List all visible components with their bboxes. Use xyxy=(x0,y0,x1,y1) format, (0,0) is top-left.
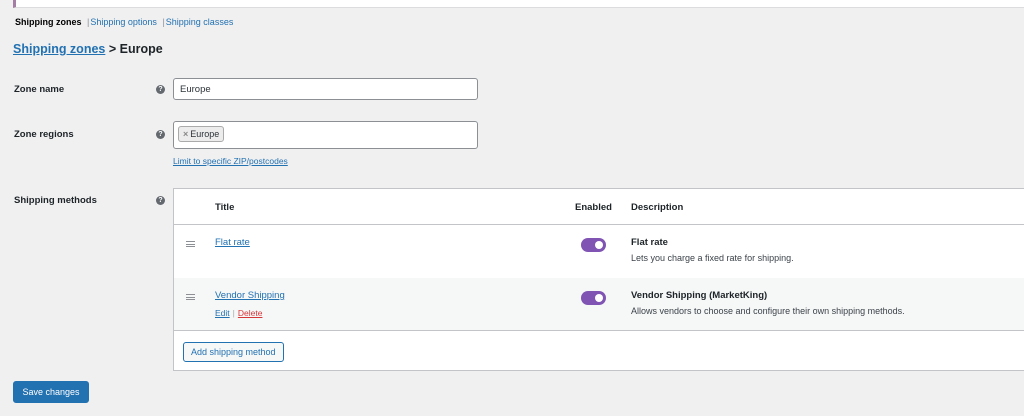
tab-shipping-classes[interactable]: Shipping classes xyxy=(166,17,234,27)
shipping-methods-label: Shipping methods xyxy=(14,195,97,206)
table-row: Flat rate Flat rate Lets you charge a fi… xyxy=(174,225,1024,278)
shipping-subnav: Shipping zones |Shipping options |Shippi… xyxy=(15,17,233,27)
actions-separator: | xyxy=(232,308,235,318)
help-icon[interactable]: ? xyxy=(156,196,165,205)
breadcrumb: Shipping zones > Europe xyxy=(13,42,163,56)
subnav-separator: | xyxy=(87,17,90,27)
row-actions: Edit | Delete xyxy=(215,308,262,318)
zone-regions-select[interactable]: × Europe xyxy=(173,121,478,149)
drag-handle-icon[interactable] xyxy=(186,241,195,247)
method-description-text: Lets you charge a fixed rate for shippin… xyxy=(631,253,794,263)
subnav-separator: | xyxy=(162,17,165,27)
tab-shipping-options[interactable]: Shipping options xyxy=(90,17,157,27)
help-icon[interactable]: ? xyxy=(156,85,165,94)
method-description-title: Flat rate xyxy=(631,237,668,248)
method-title-link[interactable]: Vendor Shipping xyxy=(215,290,285,301)
table-row: Vendor Shipping Edit | Delete Vendor Shipp… xyxy=(174,278,1024,331)
region-tag-europe: × Europe xyxy=(178,126,225,142)
shipping-methods-table: Title Enabled Description Flat rate Flat… xyxy=(173,188,1024,371)
edit-link[interactable]: Edit xyxy=(215,308,230,318)
limit-postcodes-link[interactable]: Limit to specific ZIP/postcodes xyxy=(173,156,288,166)
enabled-toggle[interactable] xyxy=(581,238,606,252)
column-title: Title xyxy=(215,202,235,213)
add-shipping-method-button[interactable]: Add shipping method xyxy=(183,342,284,362)
column-enabled: Enabled xyxy=(575,202,612,213)
table-header: Title Enabled Description xyxy=(174,189,1024,225)
region-tag-label: Europe xyxy=(190,129,220,139)
column-description: Description xyxy=(631,202,684,213)
zone-name-input[interactable]: Europe xyxy=(173,78,478,100)
delete-link[interactable]: Delete xyxy=(238,308,263,318)
breadcrumb-separator: > xyxy=(108,42,117,56)
drag-handle-icon[interactable] xyxy=(186,294,195,300)
zone-name-label: Zone name xyxy=(14,84,65,95)
breadcrumb-current: Europe xyxy=(119,42,163,56)
tab-shipping-zones[interactable]: Shipping zones xyxy=(15,17,82,27)
method-description-text: Allows vendors to choose and configure t… xyxy=(631,306,905,316)
method-description-title: Vendor Shipping (MarketKing) xyxy=(631,290,768,301)
save-changes-button[interactable]: Save changes xyxy=(13,381,89,403)
method-title-link[interactable]: Flat rate xyxy=(215,237,250,248)
breadcrumb-shipping-zones-link[interactable]: Shipping zones xyxy=(13,42,105,56)
remove-tag-icon[interactable]: × xyxy=(183,129,188,139)
zone-regions-label: Zone regions xyxy=(14,129,74,140)
help-icon[interactable]: ? xyxy=(156,130,165,139)
notice-strip xyxy=(13,0,1024,8)
enabled-toggle[interactable] xyxy=(581,291,606,305)
